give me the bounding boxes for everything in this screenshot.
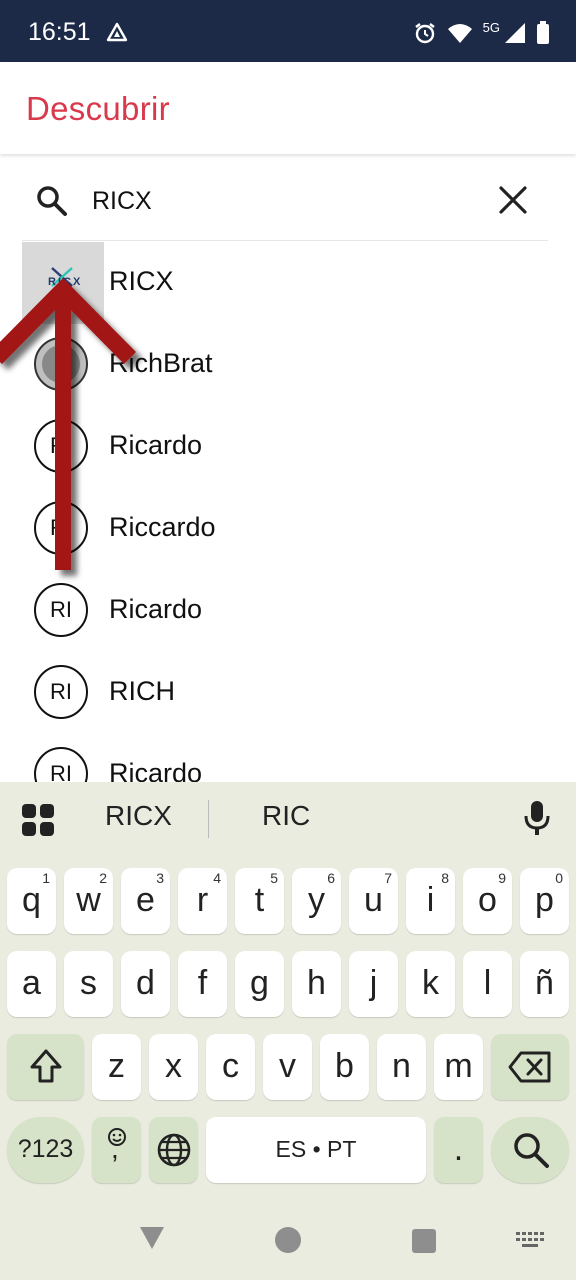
key-k[interactable]: k	[406, 951, 455, 1017]
close-icon[interactable]	[498, 185, 528, 215]
app-bar: Descubrir	[0, 62, 576, 154]
key-t[interactable]: t5	[235, 868, 284, 934]
keyboard-switch-icon[interactable]	[516, 1232, 546, 1250]
period-key[interactable]: .	[434, 1117, 483, 1183]
apps-grid-icon[interactable]	[21, 803, 55, 837]
key-n-tilde[interactable]: ñ	[520, 951, 569, 1017]
status-bar: 16:51 5G	[0, 0, 576, 62]
avatar: RI	[34, 747, 88, 782]
keyboard: RICX RIC q1 w2 e3 r4 t5 y6 u7 i8 o9 p0 a…	[0, 782, 576, 1200]
alarm-icon	[414, 23, 435, 44]
result-name: Ricardo	[109, 430, 203, 460]
key-n[interactable]: n	[377, 1034, 426, 1100]
suggestion-bar: RICX RIC	[0, 782, 576, 858]
key-h[interactable]: h	[292, 951, 341, 1017]
key-j[interactable]: j	[349, 951, 398, 1017]
result-name: RichBrat	[109, 348, 213, 378]
avatar: RI	[34, 419, 88, 473]
result-name: Ricardo	[109, 758, 203, 782]
shift-icon	[30, 1049, 62, 1083]
key-w[interactable]: w2	[64, 868, 113, 934]
search-input[interactable]	[92, 182, 472, 220]
key-x[interactable]: x	[149, 1034, 198, 1100]
symbols-key[interactable]: ?123	[7, 1117, 84, 1183]
key-u[interactable]: u7	[349, 868, 398, 934]
suggestion-divider	[208, 800, 209, 838]
key-l[interactable]: l	[463, 951, 512, 1017]
key-o[interactable]: o9	[463, 868, 512, 934]
results-list: RICX RICX RichBrat RI Ricardo RI Riccard…	[0, 242, 576, 782]
network-type: 5G	[482, 19, 500, 35]
key-y[interactable]: y6	[292, 868, 341, 934]
avatar: RI	[34, 665, 88, 719]
emoji-comma-key[interactable]: ,	[92, 1117, 141, 1183]
battery-icon	[537, 21, 549, 44]
key-c[interactable]: c	[206, 1034, 255, 1100]
language-key[interactable]	[149, 1117, 198, 1183]
result-name: RICX	[109, 266, 174, 296]
list-item[interactable]: RI Ricardo	[0, 406, 576, 488]
key-i[interactable]: i8	[406, 868, 455, 934]
search-icon	[514, 1133, 549, 1168]
recents-icon[interactable]	[411, 1228, 437, 1254]
avatar: RI	[34, 583, 88, 637]
suggestion-2[interactable]: RIC	[262, 800, 310, 832]
list-item[interactable]: RI RICH	[0, 652, 576, 734]
list-item[interactable]: RI Riccardo	[0, 488, 576, 570]
key-f[interactable]: f	[178, 951, 227, 1017]
key-z[interactable]: z	[92, 1034, 141, 1100]
comma-label: ,	[111, 1133, 119, 1164]
key-r[interactable]: r4	[178, 868, 227, 934]
key-b[interactable]: b	[320, 1034, 369, 1100]
home-icon[interactable]	[274, 1226, 302, 1254]
avatar: RI	[34, 501, 88, 555]
key-s[interactable]: s	[64, 951, 113, 1017]
navigation-bar	[0, 1200, 576, 1280]
key-p[interactable]: p0	[520, 868, 569, 934]
list-item[interactable]: RI Ricardo	[0, 734, 576, 782]
key-v[interactable]: v	[263, 1034, 312, 1100]
result-name: RICH	[109, 676, 175, 706]
page-title: Descubrir	[26, 90, 170, 127]
list-item[interactable]: RICX RICX	[0, 242, 576, 324]
search-icon	[37, 186, 67, 216]
key-m[interactable]: m	[434, 1034, 483, 1100]
result-name: Ricardo	[109, 594, 203, 624]
key-a[interactable]: a	[7, 951, 56, 1017]
list-item[interactable]: RI Ricardo	[0, 570, 576, 652]
avatar	[34, 337, 88, 391]
globe-icon	[157, 1133, 191, 1167]
signal-icon	[505, 23, 525, 43]
logo-text: RICX	[48, 276, 83, 288]
ricx-logo: RICX	[22, 242, 104, 324]
list-item[interactable]: RichBrat	[0, 324, 576, 406]
backspace-icon	[508, 1051, 551, 1083]
key-q[interactable]: q1	[7, 868, 56, 934]
wifi-icon	[447, 24, 472, 43]
key-d[interactable]: d	[121, 951, 170, 1017]
backspace-key[interactable]	[491, 1034, 569, 1100]
space-key[interactable]: ES • PT	[206, 1117, 426, 1183]
shift-key[interactable]	[7, 1034, 84, 1100]
microphone-icon[interactable]	[524, 800, 550, 836]
suggestion-1[interactable]: RICX	[105, 800, 172, 832]
triangle-app-icon	[106, 22, 128, 42]
result-name: Riccardo	[109, 512, 216, 542]
back-icon[interactable]	[138, 1224, 166, 1252]
key-e[interactable]: e3	[121, 868, 170, 934]
status-time: 16:51	[28, 18, 91, 46]
key-g[interactable]: g	[235, 951, 284, 1017]
search-action-key[interactable]	[491, 1117, 569, 1183]
search-bar	[22, 160, 548, 241]
